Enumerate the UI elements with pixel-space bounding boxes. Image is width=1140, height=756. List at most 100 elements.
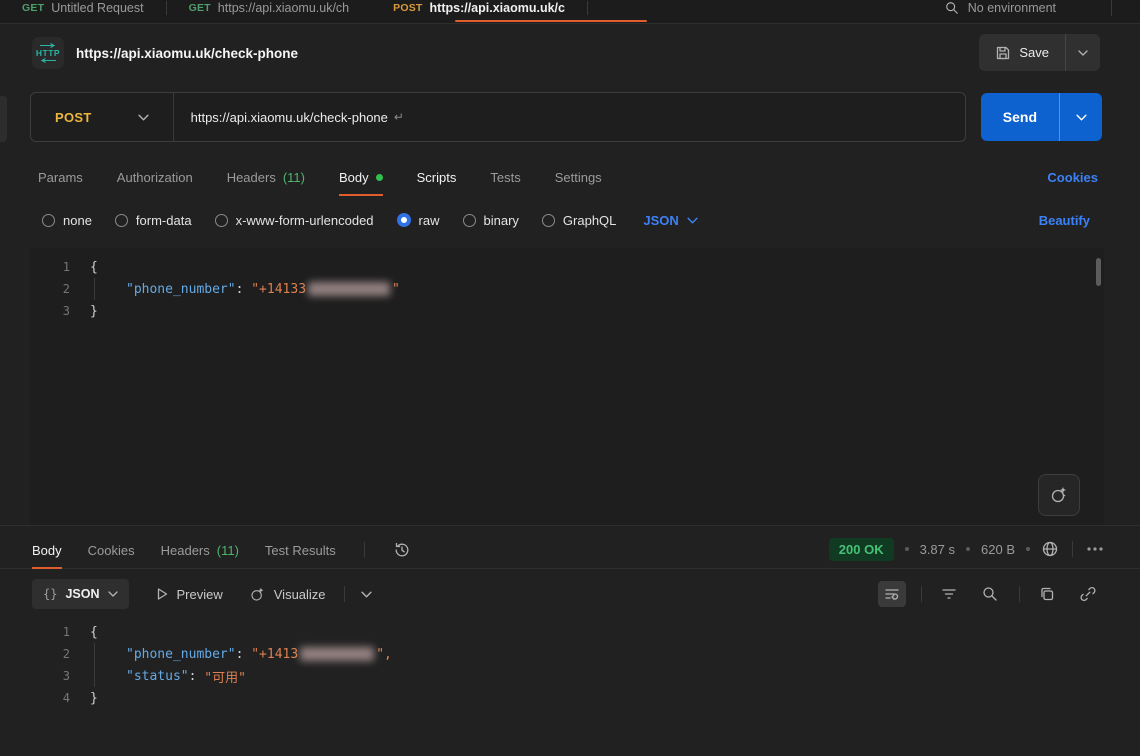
- search-icon: [982, 586, 998, 602]
- raw-format-selector[interactable]: JSON: [643, 213, 697, 228]
- visualize-button[interactable]: Visualize: [249, 586, 326, 603]
- play-icon: [155, 587, 169, 601]
- save-options-button[interactable]: [1065, 34, 1100, 71]
- headers-count-badge: (11): [217, 543, 239, 558]
- request-body-editor[interactable]: 1 { 2 "phone_number": "+14133" 3 }: [30, 248, 1104, 525]
- body-type-none[interactable]: none: [42, 213, 92, 228]
- postbot-button[interactable]: [1038, 474, 1080, 516]
- radio-icon: [542, 214, 555, 227]
- preview-button[interactable]: Preview: [155, 587, 223, 602]
- braces-icon: {}: [43, 587, 57, 601]
- code-token-key: "phone_number": [126, 647, 236, 662]
- chevron-down-icon: [1076, 114, 1087, 121]
- request-header: HTTP https://api.xiaomu.uk/check-phone S…: [0, 24, 1140, 86]
- tab-label: Authorization: [117, 170, 193, 185]
- response-tab-headers[interactable]: Headers (11): [161, 531, 239, 569]
- option-label: raw: [419, 213, 440, 228]
- tab-tests[interactable]: Tests: [490, 158, 520, 196]
- cookies-link[interactable]: Cookies: [1047, 158, 1098, 196]
- code-line: 2 "phone_number": "+14133": [30, 278, 1104, 300]
- radio-icon: [42, 214, 55, 227]
- tab-settings[interactable]: Settings: [555, 158, 602, 196]
- pane-divider[interactable]: [0, 525, 1140, 526]
- filter-button[interactable]: [935, 581, 963, 607]
- body-type-graphql[interactable]: GraphQL: [542, 213, 616, 228]
- response-tab-body[interactable]: Body: [32, 531, 62, 569]
- format-value: JSON: [643, 213, 678, 228]
- chevron-down-icon: [361, 591, 372, 598]
- tab-label: Params: [38, 170, 83, 185]
- body-type-binary[interactable]: binary: [463, 213, 519, 228]
- preview-label: Preview: [177, 587, 223, 602]
- code-token: {: [90, 260, 98, 275]
- network-globe-icon[interactable]: [1041, 540, 1059, 558]
- code-token-value: ",: [376, 647, 392, 662]
- method-badge: GET: [189, 2, 211, 14]
- more-views-button[interactable]: [361, 591, 372, 598]
- response-tab-test-results[interactable]: Test Results: [265, 531, 336, 569]
- share-link-button[interactable]: [1074, 581, 1102, 607]
- save-icon: [995, 45, 1011, 61]
- request-tab-untitled[interactable]: GET Untitled Request: [0, 0, 166, 23]
- sidebar-collapsed-handle[interactable]: [0, 96, 7, 142]
- save-label: Save: [1019, 45, 1049, 60]
- tab-label: Headers: [161, 543, 210, 558]
- method-badge: GET: [22, 2, 44, 14]
- tab-body[interactable]: Body: [339, 158, 383, 196]
- code-line: 1 {: [30, 256, 1104, 278]
- code-token-value: ": [392, 282, 400, 297]
- response-body-editor[interactable]: 1 { 2 "phone_number": "+1413", 3 "status…: [30, 618, 1104, 756]
- url-builder: POST https://api.xiaomu.uk/check-phone ↵: [30, 92, 966, 142]
- beautify-link[interactable]: Beautify: [1039, 202, 1090, 238]
- response-tab-cookies[interactable]: Cookies: [88, 531, 135, 569]
- response-toolbar: {} JSON Preview Visualize: [0, 576, 1140, 612]
- tab-scripts[interactable]: Scripts: [417, 158, 457, 196]
- http-badge-label: HTTP: [36, 49, 60, 57]
- tab-label: Scripts: [417, 170, 457, 185]
- wrap-text-button[interactable]: [878, 581, 906, 607]
- editor-scrollbar[interactable]: [1096, 258, 1101, 286]
- radio-selected-icon: [397, 213, 411, 227]
- radio-icon: [463, 214, 476, 227]
- option-label: binary: [484, 213, 519, 228]
- code-line: 4 }: [30, 687, 1104, 709]
- line-number: 2: [30, 282, 90, 296]
- response-format-selector[interactable]: {} JSON: [32, 579, 129, 609]
- send-options-button[interactable]: [1059, 93, 1102, 141]
- dot-separator: [1026, 547, 1030, 551]
- code-token-key: "status": [126, 669, 189, 684]
- line-number: 1: [30, 625, 90, 639]
- body-type-urlencoded[interactable]: x-www-form-urlencoded: [215, 213, 374, 228]
- tab-params[interactable]: Params: [38, 158, 83, 196]
- code-token: :: [236, 282, 252, 297]
- line-number: 4: [30, 691, 90, 705]
- code-token-value: "可用": [204, 667, 246, 686]
- save-button[interactable]: Save: [979, 45, 1065, 61]
- code-token: }: [90, 304, 98, 319]
- copy-response-button[interactable]: [1033, 581, 1061, 607]
- history-icon[interactable]: [393, 541, 411, 559]
- body-type-raw-selected[interactable]: raw: [397, 213, 440, 228]
- dot-separator: [905, 547, 909, 551]
- environment-selector[interactable]: No environment: [945, 0, 1112, 23]
- more-options-icon[interactable]: [1086, 546, 1104, 552]
- tab-authorization[interactable]: Authorization: [117, 158, 193, 196]
- response-time[interactable]: 3.87 s: [920, 542, 955, 557]
- send-button[interactable]: Send: [981, 109, 1059, 125]
- body-type-form-data[interactable]: form-data: [115, 213, 192, 228]
- line-number: 3: [30, 669, 90, 683]
- tab-headers[interactable]: Headers (11): [227, 158, 305, 196]
- status-badge[interactable]: 200 OK: [829, 538, 894, 561]
- active-tab-underline: [455, 20, 647, 22]
- option-label: GraphQL: [563, 213, 616, 228]
- code-token: :: [189, 669, 205, 684]
- radio-icon: [115, 214, 128, 227]
- url-input[interactable]: https://api.xiaomu.uk/check-phone: [174, 110, 388, 125]
- code-line: 2 "phone_number": "+1413",: [30, 643, 1104, 665]
- search-response-button[interactable]: [976, 581, 1004, 607]
- request-tab-get-xiaomu[interactable]: GET https://api.xiaomu.uk/ch: [167, 0, 372, 23]
- chevron-down-icon: [687, 217, 698, 224]
- response-size[interactable]: 620 B: [981, 542, 1015, 557]
- chevron-down-icon: [138, 114, 149, 121]
- method-selector[interactable]: POST: [31, 110, 173, 125]
